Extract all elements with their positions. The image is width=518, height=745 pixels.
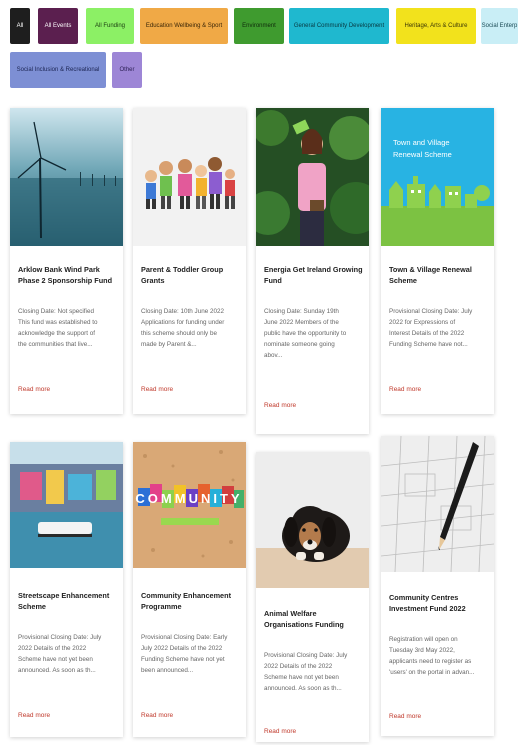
filter-social-inclusion-recreational[interactable]: Social Inclusion & Recreational xyxy=(10,52,106,88)
read-more-link[interactable]: Read more xyxy=(141,712,173,719)
card-title[interactable]: Streetscape Enhancement Scheme xyxy=(18,590,117,612)
read-more-link[interactable]: Read more xyxy=(389,386,421,393)
card-title[interactable]: Community Centres Investment Fund 2022 xyxy=(389,592,488,614)
card-title[interactable]: Community Enhancement Programme xyxy=(141,590,240,612)
read-more-link[interactable]: Read more xyxy=(264,728,296,735)
card-image-community-letters: COMMUNITY xyxy=(133,442,246,568)
filter-general-community-development[interactable]: General Community Development xyxy=(289,8,389,44)
card-image-wind-turbine xyxy=(10,108,123,246)
funding-card[interactable]: Arklow Bank Wind Park Phase 2 Sponsorship… xyxy=(10,108,123,414)
card-excerpt: Registration will open on Tuesday 3rd May… xyxy=(389,636,475,676)
read-more-link[interactable]: Read more xyxy=(141,386,173,393)
card-image-town-village: Town and Village Renewal Scheme xyxy=(381,108,494,246)
filter-all-events[interactable]: All Events xyxy=(38,8,78,44)
read-more-link[interactable]: Read more xyxy=(389,713,421,720)
filter-education-wellbeing-sport[interactable]: Education Wellbeing & Sport xyxy=(140,8,228,44)
funding-card[interactable]: Town and Village Renewal Scheme Town & V… xyxy=(381,108,494,414)
funding-card[interactable]: Energia Get Ireland Growing Fund Closing … xyxy=(256,108,369,434)
funding-card[interactable]: COMMUNITY Community Enhancement Programme… xyxy=(133,442,246,737)
funding-card[interactable]: Animal Welfare Organisations Funding Prov… xyxy=(256,452,369,742)
card-image-streetscape xyxy=(10,442,123,568)
read-more-link[interactable]: Read more xyxy=(264,402,296,409)
card-excerpt: Provisional Closing Date: July 2022 Detai… xyxy=(18,634,102,674)
card-title[interactable]: Parent & Toddler Group Grants xyxy=(141,264,240,286)
read-more-link[interactable]: Read more xyxy=(18,386,50,393)
card-excerpt: Provisional Closing Date: Early July 2022… xyxy=(141,634,228,674)
filter-heritage-arts-culture[interactable]: Heritage, Arts & Culture xyxy=(396,8,476,44)
card-excerpt: Closing Date: Not specified This fund was… xyxy=(18,308,98,348)
funding-card[interactable]: Streetscape Enhancement Scheme Provisiona… xyxy=(10,442,123,737)
filter-environment[interactable]: Environment xyxy=(234,8,284,44)
card-image-children xyxy=(133,108,246,246)
filter-social-enterprise[interactable]: Social Enterp xyxy=(481,8,518,44)
card-image-gardener xyxy=(256,108,369,246)
card-excerpt: Closing Date: 10th June 2022 Applications… xyxy=(141,308,225,348)
filter-all-funding[interactable]: All Funding xyxy=(86,8,134,44)
filter-other[interactable]: Other xyxy=(112,52,142,88)
card-title[interactable]: Town & Village Renewal Scheme xyxy=(389,264,488,286)
card-title[interactable]: Energia Get Ireland Growing Fund xyxy=(264,264,363,286)
funding-card[interactable]: Parent & Toddler Group Grants Closing Dat… xyxy=(133,108,246,414)
town-village-image-subtitle: Renewal Scheme xyxy=(393,150,452,159)
card-title[interactable]: Animal Welfare Organisations Funding xyxy=(264,608,363,630)
funding-card[interactable]: Community Centres Investment Fund 2022 Re… xyxy=(381,436,494,736)
card-excerpt: Provisional Closing Date: July 2022 for E… xyxy=(389,308,473,348)
community-image-word: COMMUNITY xyxy=(135,491,242,506)
card-excerpt: Provisional Closing Date: July 2022 Detai… xyxy=(264,652,348,692)
card-image-dog xyxy=(256,452,369,588)
card-excerpt: Closing Date: Sunday 19th June 2022 Membe… xyxy=(264,308,347,359)
filter-all[interactable]: All xyxy=(10,8,30,44)
card-title[interactable]: Arklow Bank Wind Park Phase 2 Sponsorship… xyxy=(18,264,117,286)
card-image-pencil-plan xyxy=(381,436,494,572)
town-village-image-title: Town and Village xyxy=(393,138,450,147)
read-more-link[interactable]: Read more xyxy=(18,712,50,719)
